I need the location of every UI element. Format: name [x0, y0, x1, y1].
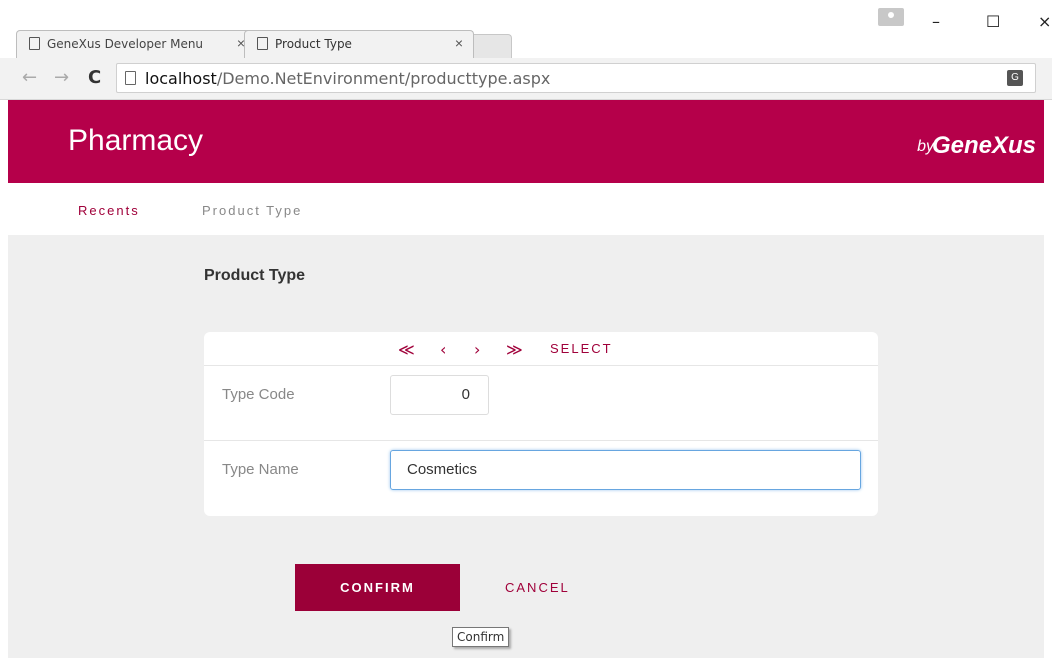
page-title: Product Type	[204, 267, 306, 284]
main-content: Product Type ≪ ‹ › ≫ SELECT Type Code 0 …	[8, 235, 1044, 658]
first-record-icon[interactable]: ≪	[398, 340, 415, 359]
back-icon[interactable]: ←	[22, 67, 37, 88]
nav-product-type-link[interactable]: Product Type	[202, 203, 302, 218]
page-icon	[257, 37, 268, 50]
url-text: localhost/Demo.NetEnvironment/producttyp…	[145, 69, 551, 88]
page-icon	[29, 37, 40, 50]
nav-recents-link[interactable]: Recents	[78, 203, 140, 218]
tab-strip: GeneXus Developer Menu × Product Type × …	[0, 0, 1052, 58]
tab-title: Product Type	[275, 37, 352, 51]
confirm-button[interactable]: CONFIRM	[295, 564, 460, 611]
genexus-logo: GeneXus	[931, 132, 1036, 159]
reload-icon[interactable]: C	[88, 67, 101, 88]
new-tab-button[interactable]	[470, 34, 512, 58]
browser-toolbar: ← → C localhost/Demo.NetEnvironment/prod…	[0, 58, 1052, 100]
minimize-icon[interactable]: –	[932, 12, 940, 31]
type-name-row: Type Name Cosmetics	[204, 441, 878, 516]
profile-icon[interactable]	[878, 8, 904, 26]
select-link[interactable]: SELECT	[550, 341, 613, 356]
app-header: Pharmacy by GeneXus	[8, 100, 1044, 183]
form-card: ≪ ‹ › ≫ SELECT Type Code 0 Type Name Cos…	[204, 332, 878, 516]
tab-title: GeneXus Developer Menu	[47, 37, 204, 51]
previous-record-icon[interactable]: ‹	[440, 340, 446, 359]
type-code-row: Type Code 0	[204, 366, 878, 441]
record-navigator: ≪ ‹ › ≫ SELECT	[204, 332, 878, 366]
cancel-button[interactable]: CANCEL	[505, 580, 570, 595]
breadcrumb-nav: Recents Product Type	[8, 183, 1044, 235]
type-name-field[interactable]: Cosmetics	[390, 450, 861, 490]
window-close-icon[interactable]: ×	[1038, 12, 1051, 31]
next-record-icon[interactable]: ›	[474, 340, 480, 359]
close-icon[interactable]: ×	[455, 35, 463, 51]
forward-icon[interactable]: →	[54, 67, 69, 88]
tab-genexus-developer-menu[interactable]: GeneXus Developer Menu ×	[16, 30, 256, 58]
tab-product-type[interactable]: Product Type ×	[244, 30, 474, 58]
translate-icon[interactable]: G	[1007, 70, 1023, 86]
type-name-label: Type Name	[222, 461, 299, 478]
type-code-field[interactable]: 0	[390, 375, 489, 415]
type-code-label: Type Code	[222, 386, 295, 403]
last-record-icon[interactable]: ≫	[506, 340, 523, 359]
address-bar[interactable]: localhost/Demo.NetEnvironment/producttyp…	[116, 63, 1036, 93]
confirm-tooltip: Confirm	[452, 627, 510, 647]
maximize-icon[interactable]: ☐	[986, 12, 1000, 31]
browser-chrome: GeneXus Developer Menu × Product Type × …	[0, 0, 1052, 100]
app-brand: Pharmacy	[68, 124, 204, 157]
page-icon	[125, 71, 136, 85]
